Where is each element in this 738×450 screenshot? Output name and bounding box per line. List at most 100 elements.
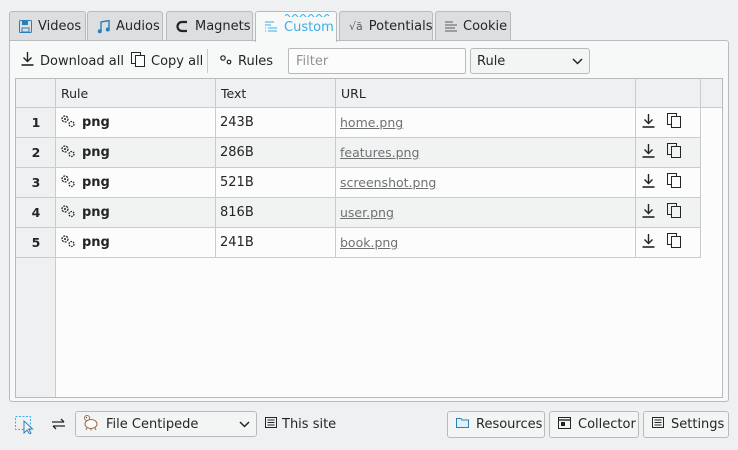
magnet-icon	[176, 20, 189, 34]
row-number: 1	[16, 108, 56, 138]
tab-videos[interactable]: Videos	[9, 11, 86, 41]
rule-value: png	[82, 115, 110, 130]
header-filler	[701, 79, 722, 108]
download-icon[interactable]	[642, 173, 655, 192]
copy-all-label: Copy all	[151, 53, 204, 69]
copy-icon[interactable]	[667, 203, 681, 222]
text-lines-icon	[445, 20, 457, 34]
element-picker-icon[interactable]	[15, 416, 37, 438]
url-link[interactable]: screenshot.png	[340, 175, 436, 190]
custom-panel: Download all Copy all Rules Rule Rule Te…	[9, 40, 729, 402]
tab-label: Magnets	[195, 19, 251, 34]
active-tab-indicator	[285, 14, 330, 17]
download-all-button[interactable]: Download all	[16, 48, 129, 74]
download-icon[interactable]	[642, 113, 655, 132]
row-actions	[636, 138, 701, 167]
copy-icon[interactable]	[667, 233, 681, 252]
list-icon	[265, 417, 277, 432]
floppy-icon	[19, 20, 32, 34]
table-row[interactable]: png 243B home.png	[56, 108, 701, 138]
download-icon[interactable]	[642, 233, 655, 252]
settings-button[interactable]: Settings	[643, 411, 729, 438]
corner-header	[16, 79, 56, 108]
gears-icon	[60, 114, 76, 132]
rules-label: Rules	[238, 53, 274, 69]
gears-icon	[60, 144, 76, 162]
collector-button[interactable]: Collector	[549, 411, 639, 438]
url-cell: home.png	[336, 108, 636, 137]
url-link[interactable]: features.png	[340, 145, 419, 160]
settings-label: Settings	[671, 417, 725, 432]
rule-value: png	[82, 205, 110, 220]
table-row[interactable]: png 241B book.png	[56, 228, 701, 258]
header-actions	[636, 79, 701, 108]
rule-select[interactable]: Rule	[470, 48, 590, 74]
rule-cell: png	[56, 198, 216, 227]
tab-cookie[interactable]: Cookie	[435, 11, 511, 41]
url-link[interactable]: user.png	[340, 205, 394, 220]
tab-potentials[interactable]: √ā Potentials	[339, 11, 433, 41]
row-number: 2	[16, 138, 56, 168]
rule-value: png	[82, 235, 110, 250]
header-url[interactable]: URL	[336, 79, 636, 108]
filter-input[interactable]	[288, 48, 466, 74]
tab-label: Custom	[284, 19, 334, 35]
toolbar-separator	[207, 49, 208, 73]
collector-label: Collector	[578, 417, 636, 432]
header-rule[interactable]: Rule	[56, 79, 216, 108]
rule-cell: png	[56, 138, 216, 167]
rule-cell: png	[56, 168, 216, 197]
chevron-down-icon	[572, 54, 583, 69]
text-cell: 243B	[216, 108, 336, 137]
table-row[interactable]: png 816B user.png	[56, 198, 701, 228]
text-cell: 521B	[216, 168, 336, 197]
copy-icon[interactable]	[667, 143, 681, 162]
url-link[interactable]: home.png	[340, 115, 403, 130]
text-cell: 241B	[216, 228, 336, 257]
download-icon[interactable]	[642, 203, 655, 222]
results-table: Rule Text URL 1 png 243B home.png 2 png	[15, 78, 723, 398]
row-actions	[636, 168, 701, 197]
download-icon[interactable]	[642, 143, 655, 162]
rules-button[interactable]: Rules	[215, 48, 278, 74]
rule-cell: png	[56, 108, 216, 137]
header-text[interactable]: Text	[216, 79, 336, 108]
download-icon	[21, 52, 34, 70]
chevron-down-icon	[239, 417, 250, 432]
tab-label: Cookie	[463, 19, 508, 34]
this-site-toggle[interactable]: This site	[265, 411, 336, 438]
url-cell: user.png	[336, 198, 636, 227]
resources-label: Resources	[476, 417, 543, 432]
table-row[interactable]: png 521B screenshot.png	[56, 168, 701, 198]
row-actions	[636, 198, 701, 227]
url-link[interactable]: book.png	[340, 235, 398, 250]
switch-icon[interactable]	[51, 417, 66, 435]
text-cell: 816B	[216, 198, 336, 227]
url-cell: features.png	[336, 138, 636, 167]
row-number: 3	[16, 168, 56, 198]
row-number: 4	[16, 198, 56, 228]
copy-all-button[interactable]: Copy all	[126, 48, 208, 74]
tab-custom[interactable]: Custom	[255, 11, 337, 42]
download-all-label: Download all	[40, 53, 124, 69]
copy-icon	[131, 51, 145, 71]
settings-list-icon	[652, 417, 664, 432]
window-icon	[558, 416, 571, 433]
text-cell: 286B	[216, 138, 336, 167]
rules-icon	[220, 54, 232, 69]
resources-button[interactable]: Resources	[447, 411, 545, 438]
this-site-label: This site	[282, 417, 337, 432]
copy-icon[interactable]	[667, 173, 681, 192]
table-row[interactable]: png 286B features.png	[56, 138, 701, 168]
profile-select[interactable]: File Centipede	[75, 411, 257, 437]
url-cell: screenshot.png	[336, 168, 636, 197]
copy-icon[interactable]	[667, 113, 681, 132]
row-actions	[636, 228, 701, 257]
tab-magnets[interactable]: Magnets	[166, 11, 253, 41]
gears-icon	[60, 174, 76, 192]
gears-icon	[60, 234, 76, 252]
sqrt-icon: √ā	[349, 20, 363, 33]
tab-audios[interactable]: Audios	[87, 11, 163, 41]
rule-select-value: Rule	[477, 53, 506, 69]
row-actions	[636, 108, 701, 137]
